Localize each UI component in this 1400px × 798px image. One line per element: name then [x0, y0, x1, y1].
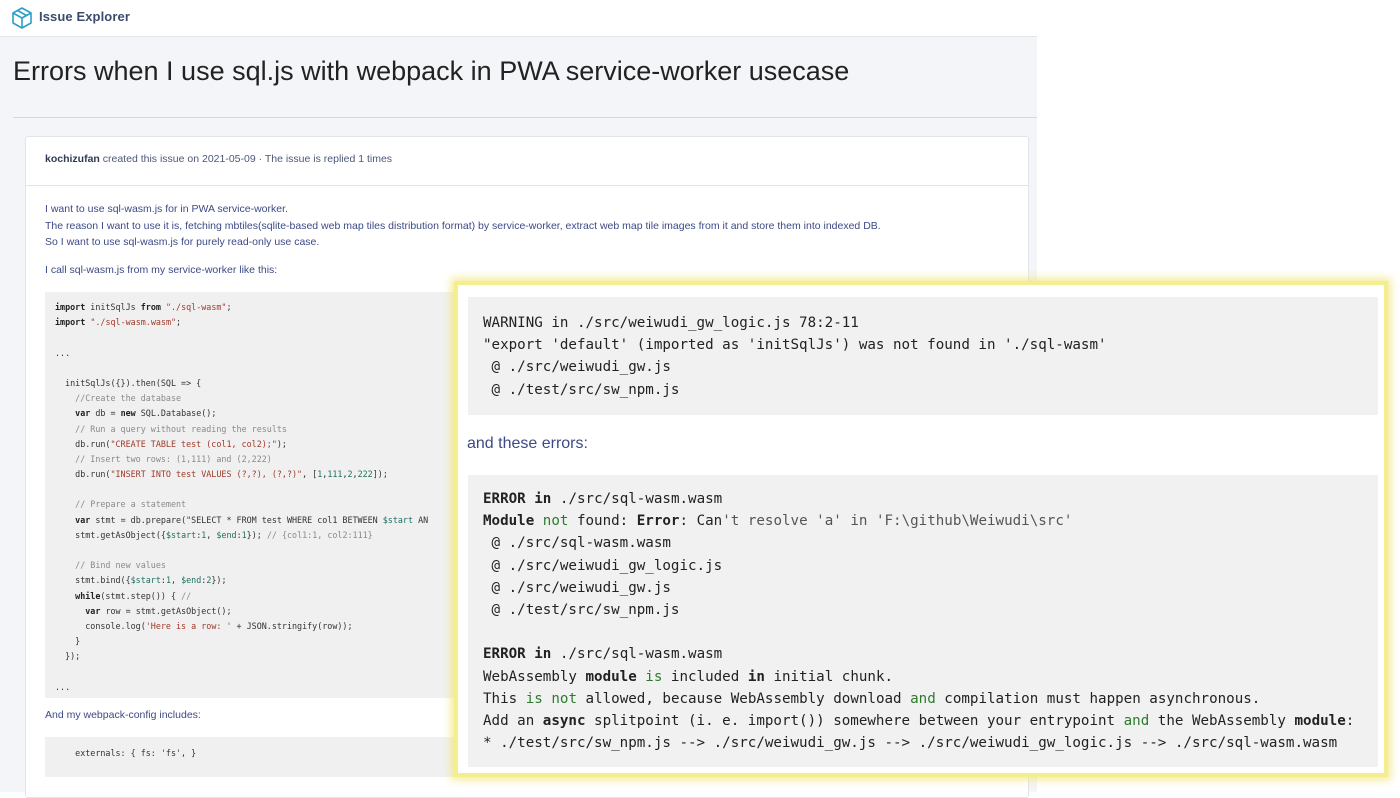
issue-card-header: kochizufan created this issue on 2021-05… [26, 137, 1028, 186]
issue-title: Errors when I use sql.js with webpack in… [13, 56, 850, 86]
issue-meta: kochizufan created this issue on 2021-05… [45, 153, 392, 165]
output-line: This is not allowed, because WebAssembly… [483, 690, 1261, 707]
title-divider [13, 117, 1037, 118]
output-line: @ ./src/weiwudi_gw.js [483, 359, 671, 376]
issue-meta-text: created this issue on 2021-05-09 · The i… [99, 153, 393, 165]
output-line: ERROR in ./src/sql-wasm.wasm [483, 491, 723, 507]
paragraph-line: I want to use sql-wasm.js for in PWA ser… [45, 203, 288, 215]
output-line: * ./test/src/sw_npm.js --> ./src/weiwudi… [483, 735, 1338, 752]
issue-author[interactable]: kochizufan [45, 153, 100, 165]
output-line: ERROR in ./src/sql-wasm.wasm [483, 646, 723, 663]
paragraph-line: So I want to use sql-wasm.js for purely … [45, 236, 320, 248]
output-line: @ ./src/weiwudi_gw.js [483, 579, 671, 596]
issue-paragraph-1: I want to use sql-wasm.js for in PWA ser… [45, 201, 881, 251]
paragraph-line: The reason I want to use it is, fetching… [45, 219, 881, 232]
error-output-overlay: WARNING in ./src/weiwudi_gw_logic.js 78:… [454, 281, 1388, 777]
output-line: @ ./src/sql-wasm.wasm [483, 535, 671, 552]
errors-intro-text: and these errors: [467, 435, 588, 452]
output-line: "export 'default' (imported as 'initSqlJ… [483, 337, 1107, 354]
issue-paragraph-3: And my webpack-config includes: [45, 709, 201, 721]
issue-paragraph-2: I call sql-wasm.js from my service-worke… [45, 264, 278, 276]
top-navbar: Issue Explorer [0, 0, 1037, 37]
output-line: Module not found: Error: Can't resolve '… [483, 513, 1073, 530]
app-name[interactable]: Issue Explorer [39, 9, 130, 24]
output-line: WebAssembly module is included in initia… [483, 668, 894, 685]
output-line: @ ./src/weiwudi_gw_logic.js [483, 557, 723, 574]
output-line: Add an async splitpoint (i. e. import())… [483, 712, 1355, 729]
output-line: @ ./test/src/sw_npm.js [483, 381, 680, 398]
cube-icon[interactable] [11, 6, 33, 30]
output-line: WARNING in ./src/weiwudi_gw_logic.js 78:… [483, 315, 859, 331]
output-line: @ ./test/src/sw_npm.js [483, 601, 680, 618]
error-output: ERROR in ./src/sql-wasm.wasm Module not f… [468, 475, 1378, 767]
warning-output: WARNING in ./src/weiwudi_gw_logic.js 78:… [468, 297, 1378, 415]
